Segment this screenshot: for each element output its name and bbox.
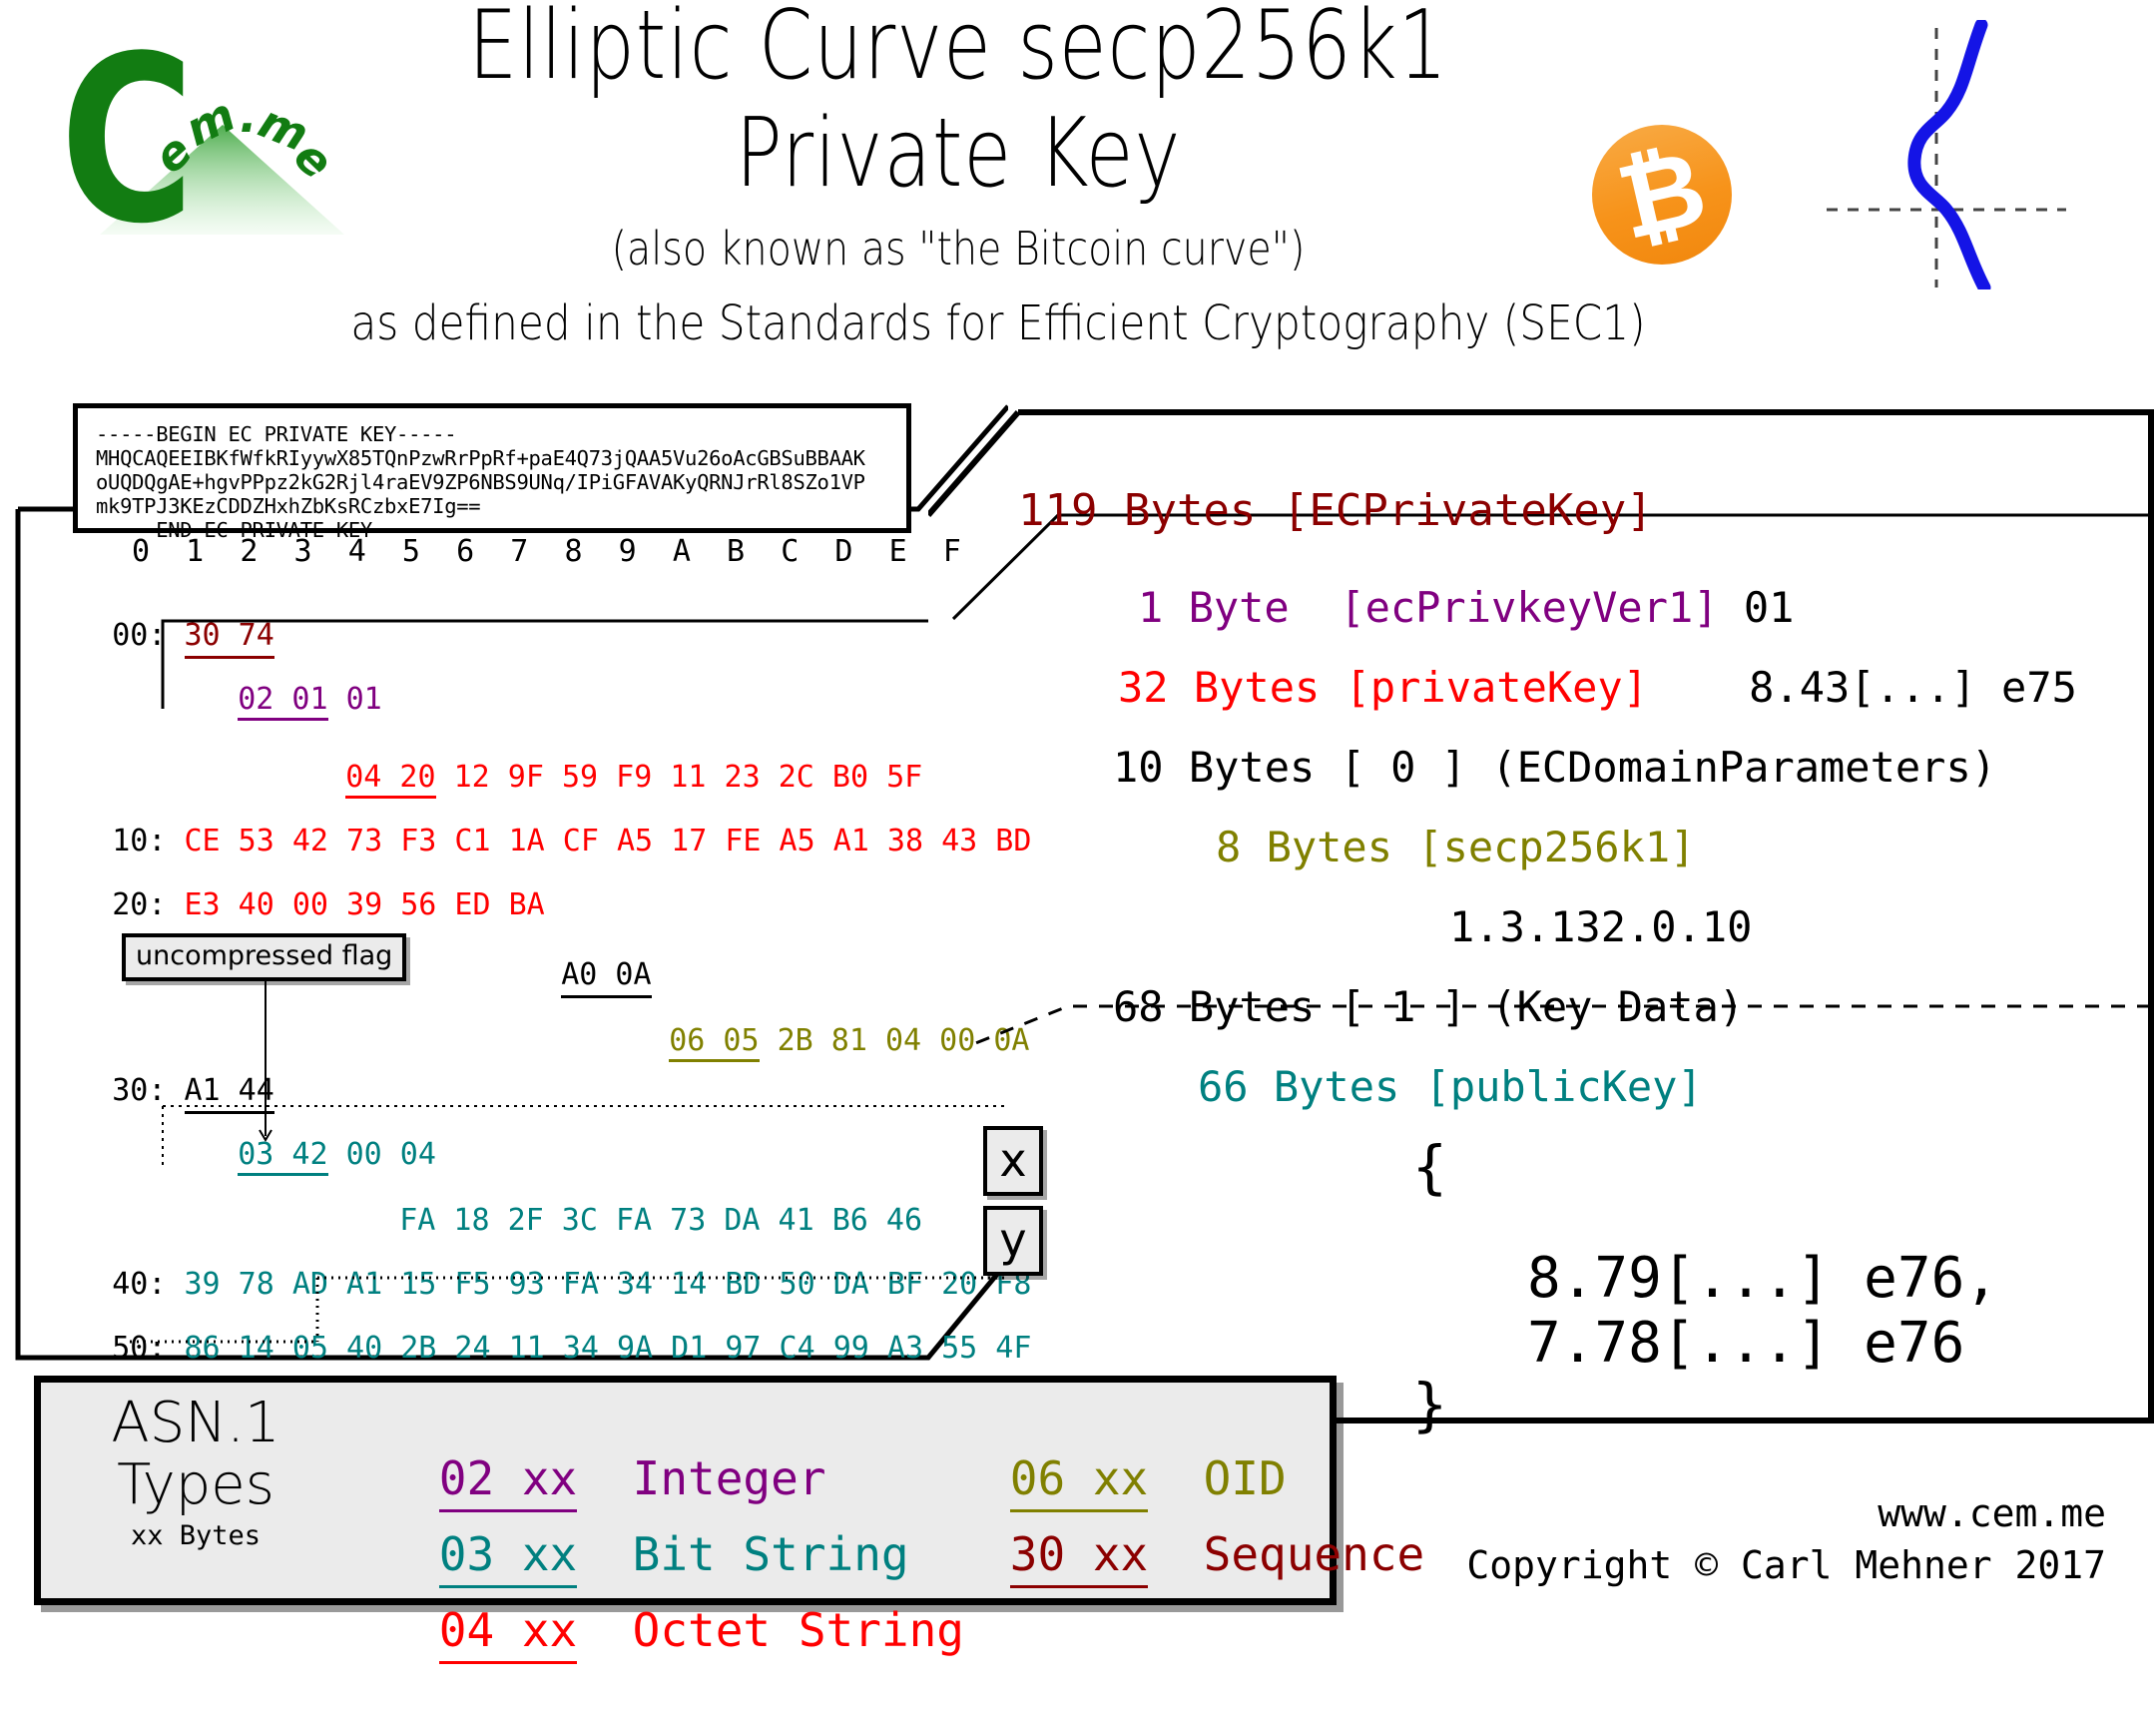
struct-label: 1 Byte [ecPrivkeyVer1] <box>1138 583 1719 632</box>
struct-row-ecprivatekey: 119 Bytes [ECPrivateKey] <box>1018 485 1653 536</box>
standard-reference-line: as defined in the Standards for Efficien… <box>350 295 1646 351</box>
asn1-title-line2: Types <box>117 1452 274 1517</box>
asn1-legend-title: ASN.1 Types xx Bytes <box>71 1393 320 1556</box>
public-key-x-coordinate: 8.79[...] e76, <box>1527 1246 1999 1311</box>
struct-row-publickey: 66 Bytes [publicKey] <box>1198 1062 1703 1111</box>
elliptic-curve-graphic <box>1817 18 2096 294</box>
pem-text: -----BEGIN EC PRIVATE KEY----- MHQCAQEEI… <box>96 422 865 542</box>
struct-value: 01 <box>1743 583 1795 632</box>
cem-me-logo: C e m . m e <box>60 8 389 275</box>
title-line-2: Private Key <box>735 99 1182 209</box>
uncompressed-flag-annotation: uncompressed flag <box>122 933 407 981</box>
bitcoin-symbol-icon: ₿ <box>1606 126 1718 264</box>
asn1-code: 04 xx <box>438 1603 578 1664</box>
asn1-types-legend: ASN.1 Types xx Bytes 02 xx Integer 06 xx… <box>34 1376 1424 1664</box>
asn1-name: Octet String <box>632 1603 964 1657</box>
struct-row-ecprivkeyver1: 1 Byte [ecPrivkeyVer1] 01 <box>1138 587 1794 629</box>
asn1-title-line1: ASN.1 <box>111 1391 280 1455</box>
struct-row-keydata: 68 Bytes [ 1 ] (Key Data) <box>1113 982 1745 1031</box>
struct-row-secp256k1: 8 Bytes [secp256k1] <box>1216 823 1696 871</box>
struct-label: 32 Bytes [privateKey] <box>1118 663 1649 712</box>
asn1-code: 30 xx <box>1009 1527 1149 1588</box>
coordinates-brace-open: { <box>1412 1133 1447 1201</box>
coordinates-brace-close: } <box>1412 1371 1447 1438</box>
asn1-entry-octetstring: 04 xx Octet String <box>328 1552 964 1708</box>
struct-row-ecdomainparameters: 10 Bytes [ 0 ] (ECDomainParameters) <box>1113 743 1997 792</box>
footer: www.cem.me Copyright © Carl Mehner 2017 <box>1198 1487 2106 1591</box>
asn1-title-line3: xx Bytes <box>130 1520 262 1551</box>
struct-row-oid-value: 1.3.132.0.10 <box>1449 902 1753 951</box>
page-subtitle: (also known as "the Bitcoin curve") <box>611 222 1306 276</box>
page-title: Elliptic Curve secp256k1 Private Key <box>442 0 1473 208</box>
copyright-text: Copyright © Carl Mehner 2017 <box>1466 1543 2106 1587</box>
pem-private-key-callout: -----BEGIN EC PRIVATE KEY----- MHQCAQEEI… <box>73 403 911 542</box>
struct-value: 8.43[...] e75 <box>1749 663 2077 712</box>
bitcoin-logo: ₿ <box>1592 125 1732 265</box>
title-line-1: Elliptic Curve secp256k1 <box>468 0 1448 101</box>
struct-row-privatekey: 32 Bytes [privateKey] 8.43[...] e75 <box>1118 667 2077 709</box>
website-link[interactable]: www.cem.me <box>1198 1487 2106 1539</box>
public-key-y-coordinate: 7.78[...] e76 <box>1527 1311 1965 1376</box>
